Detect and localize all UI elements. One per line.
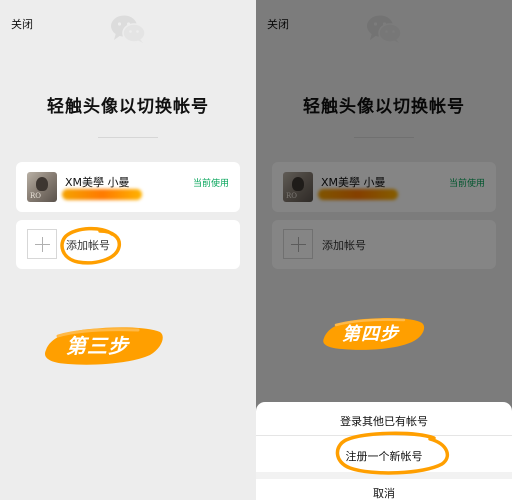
add-account-button[interactable]: 添加帐号: [16, 220, 240, 269]
redacted-id-mark: [62, 189, 142, 200]
account-card[interactable]: RO XM美學 小曼 当前使用: [16, 162, 240, 212]
account-name: XM美學 小曼: [65, 176, 130, 189]
step-label: 第四步: [342, 324, 399, 345]
login-other-account-option[interactable]: 登录其他已有帐号: [256, 413, 512, 429]
cancel-button[interactable]: 取消: [256, 485, 512, 500]
step-label: 第三步: [66, 334, 129, 358]
left-screen: 关闭 轻触头像以切换帐号 RO XM美學 小曼 当前使用 添加帐号 第三步: [0, 0, 256, 500]
highlight-circle: [335, 431, 450, 475]
close-button[interactable]: 关闭: [11, 16, 33, 32]
wechat-logo-icon: [111, 15, 146, 43]
title-divider: [98, 137, 158, 138]
page-title: 轻触头像以切换帐号: [47, 97, 209, 117]
avatar-text: RO: [30, 192, 42, 200]
right-screen: 关闭 轻触头像以切换帐号 RO XM美學 小曼 当前使用 添加帐号 第四步 登录…: [256, 0, 512, 500]
avatar[interactable]: RO: [27, 172, 57, 202]
plus-icon: [27, 229, 57, 259]
current-account-badge: 当前使用: [192, 179, 229, 189]
highlight-circle: [60, 226, 122, 265]
